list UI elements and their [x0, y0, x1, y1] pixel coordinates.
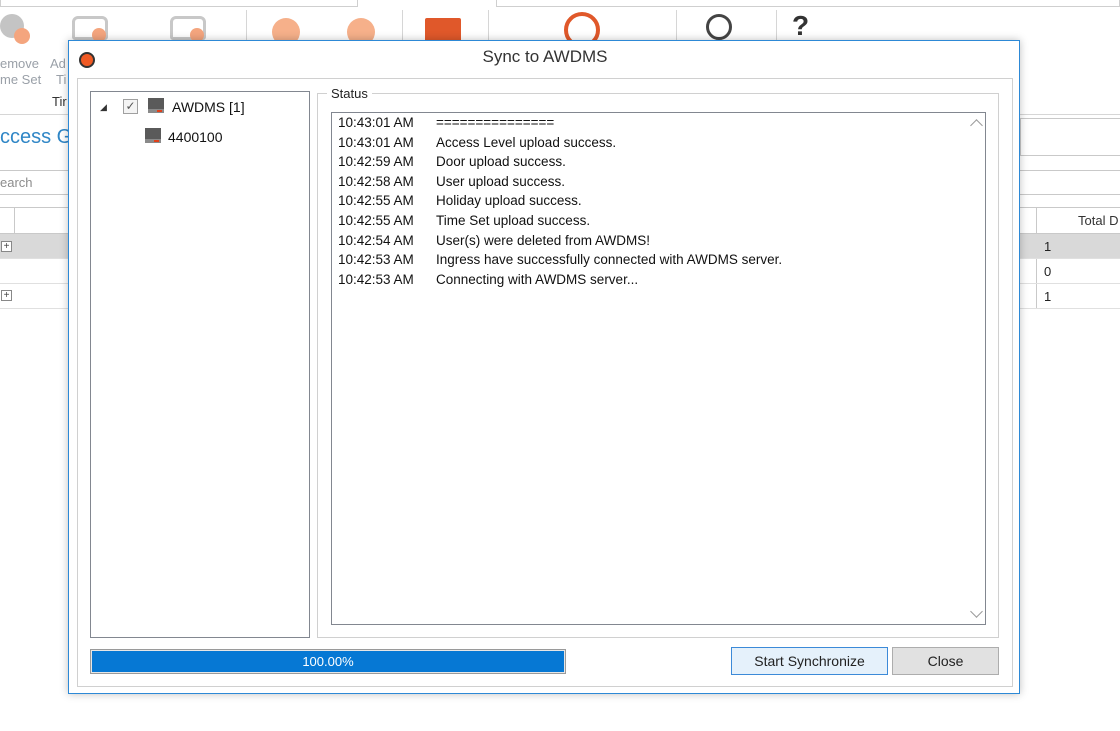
- status-log[interactable]: 10:43:01 AM =============== 10:43:01 AM Acc…: [331, 112, 986, 625]
- scroll-down-icon[interactable]: [970, 605, 983, 618]
- table-cell-total: 1: [1044, 239, 1052, 254]
- table-cell-total: 1: [1044, 289, 1052, 304]
- log-time: 10:42:53 AM: [338, 271, 414, 287]
- log-time: 10:42:58 AM: [338, 173, 414, 189]
- row-expand-icon[interactable]: +: [1, 241, 12, 252]
- help-icon[interactable]: ?: [792, 10, 809, 42]
- tree-collapse-icon[interactable]: ◢: [100, 102, 107, 113]
- top-tab-strip-right: [496, 0, 1120, 7]
- section-title: ccess G: [0, 126, 73, 148]
- device-tree[interactable]: ◢ ✓ AWDMS [1] 4400100: [90, 91, 310, 638]
- vertical-scrollbar[interactable]: [968, 113, 985, 624]
- log-time: 10:43:01 AM: [338, 134, 414, 150]
- log-message: Door upload success.: [436, 154, 566, 170]
- column-header-total[interactable]: Total D: [1078, 213, 1118, 228]
- close-button[interactable]: Close: [892, 647, 999, 675]
- start-synchronize-button[interactable]: Start Synchronize: [731, 647, 888, 675]
- row-expand-icon[interactable]: +: [1, 290, 12, 301]
- toolbar-separator-4: [676, 10, 677, 42]
- table-cell-total: 0: [1044, 264, 1052, 279]
- toolbar-separator-2: [402, 10, 403, 42]
- log-time: 10:42:59 AM: [338, 154, 414, 170]
- root-checkbox[interactable]: ✓: [123, 99, 138, 114]
- tree-root-label[interactable]: AWDMS [1]: [172, 99, 245, 115]
- remove-badge-icon: [14, 28, 30, 44]
- device-icon: [148, 98, 164, 113]
- log-time: 10:43:01 AM: [338, 115, 414, 130]
- tree-child-label[interactable]: 4400100: [168, 129, 223, 145]
- log-message: Connecting with AWDMS server...: [436, 271, 639, 287]
- device-icon: [145, 128, 161, 143]
- remove-time-set-label-1[interactable]: emove: [0, 56, 39, 72]
- toolbar-separator-3: [488, 10, 489, 42]
- log-time: 10:42:53 AM: [338, 252, 414, 268]
- log-message: User upload success.: [436, 173, 566, 189]
- log-message: Holiday upload success.: [436, 193, 582, 209]
- grid-col-divider: [14, 207, 15, 234]
- log-time: 10:42:55 AM: [338, 193, 414, 209]
- add-time-set-label-2[interactable]: Ti: [56, 72, 66, 88]
- sync-progress-bar: 100.00%: [90, 649, 566, 674]
- log-message: User(s) were deleted from AWDMS!: [436, 232, 651, 248]
- log-time: 10:42:54 AM: [338, 232, 414, 248]
- toolbar-separator: [246, 10, 247, 42]
- progress-text: 100.00%: [302, 654, 354, 669]
- log-message: Access Level upload success.: [436, 134, 617, 150]
- toolbar-separator-5: [776, 10, 777, 42]
- toolbar-group-label: Tir: [52, 94, 67, 109]
- log-message: ===============: [436, 115, 555, 130]
- header-panel-right: [1020, 118, 1120, 156]
- log-time: 10:42:55 AM: [338, 213, 414, 228]
- search-icon[interactable]: [706, 14, 732, 40]
- remove-time-set-label-2[interactable]: me Set: [0, 72, 41, 88]
- dialog-title: Sync to AWDMS: [482, 47, 608, 66]
- sync-dialog: Sync to AWDMS ◢ ✓ AWDMS [1] 4400100 Stat…: [68, 40, 1020, 694]
- top-tab-strip: [0, 0, 358, 7]
- add-time-set-label-1[interactable]: Ad: [50, 56, 66, 72]
- search-input[interactable]: earch: [0, 175, 33, 190]
- log-message: Ingress have successfully connected with…: [436, 252, 783, 268]
- status-legend: Status: [327, 86, 372, 101]
- scroll-up-icon[interactable]: [970, 119, 983, 132]
- folder-upload-icon[interactable]: [425, 18, 461, 42]
- log-message: Time Set upload success.: [436, 213, 591, 228]
